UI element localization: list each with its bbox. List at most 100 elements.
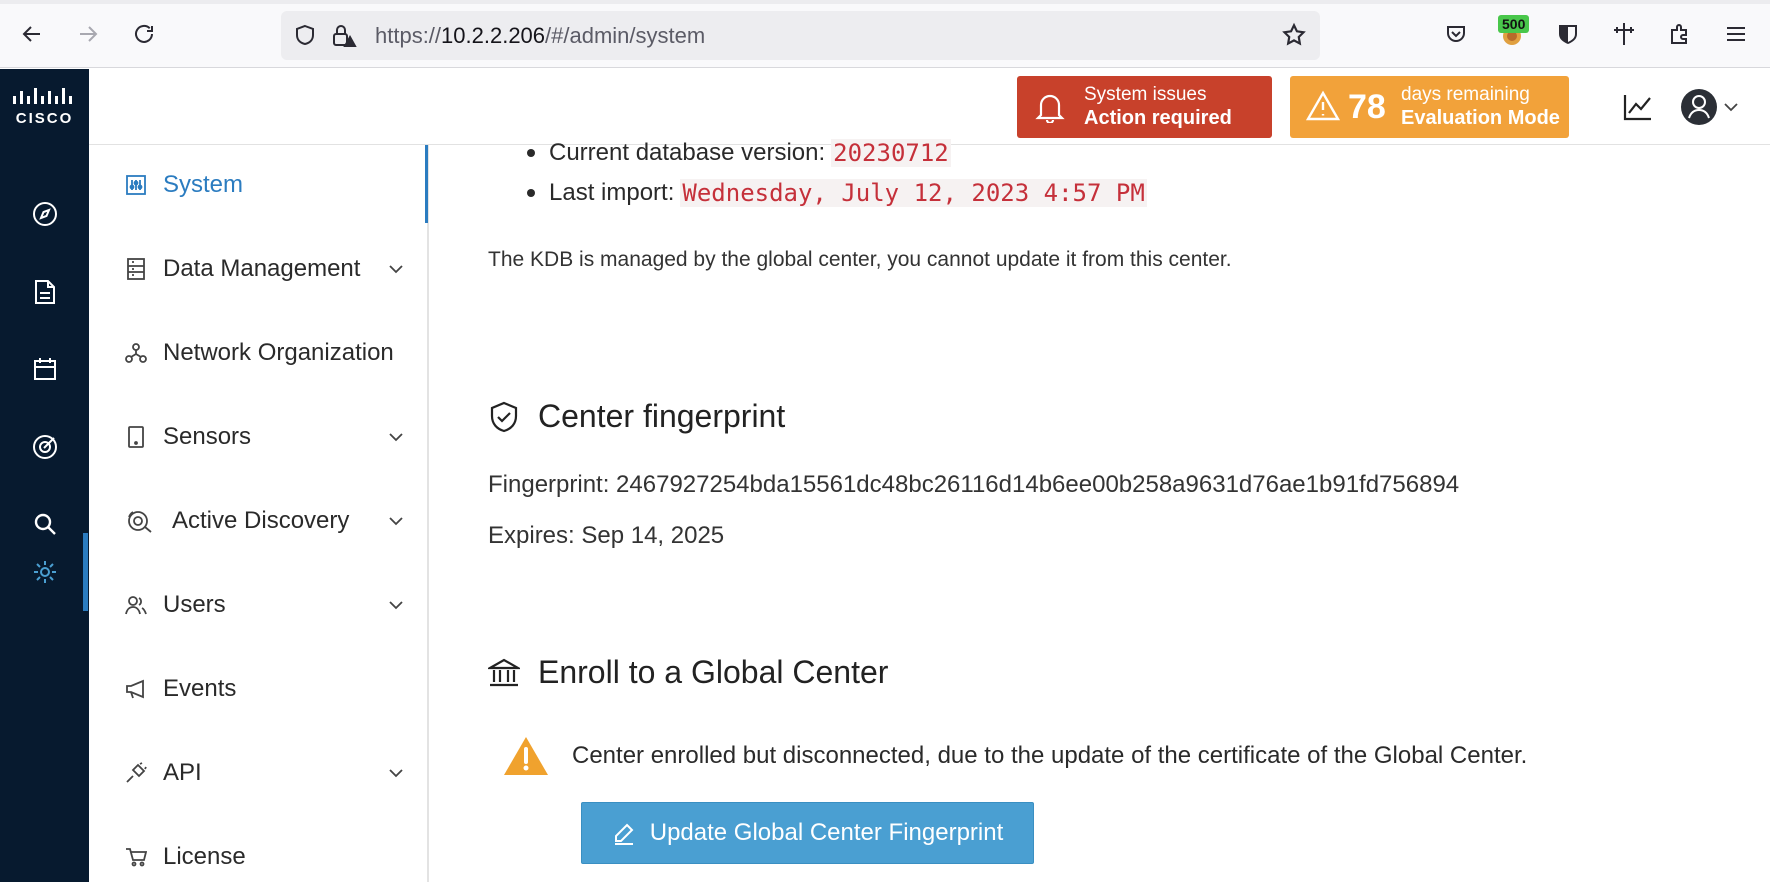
line-chart-icon <box>1623 95 1651 121</box>
bullet <box>527 149 535 157</box>
hamburger-icon <box>1727 27 1745 41</box>
evaluation-alert[interactable]: 78 days remaining Evaluation Mode <box>1290 76 1569 138</box>
cisco-logo[interactable]: CISCO <box>0 69 89 145</box>
admin-sidebar: System Data Management Network Organizat… <box>89 145 429 882</box>
rail-explore[interactable] <box>0 184 89 244</box>
extensions-button[interactable] <box>1664 18 1696 50</box>
app-header: CISCO System issues Action required 78 d… <box>0 69 1770 145</box>
shield-check-icon <box>488 401 520 433</box>
logo-text: CISCO <box>15 109 74 127</box>
gear-icon <box>33 561 56 583</box>
sidebar-active-indicator <box>425 145 428 223</box>
sidebar-item-label: Active Discovery <box>172 507 350 534</box>
rail-admin[interactable] <box>0 542 89 602</box>
crosshair-ruler-icon <box>1614 23 1634 45</box>
browser-toolbar: https://10.2.2.206/#/admin/system 500 <box>0 0 1770 68</box>
address-bar[interactable]: https://10.2.2.206/#/admin/system <box>281 11 1320 60</box>
lock-warning-icon <box>333 25 357 47</box>
arrow-left-icon <box>22 26 40 42</box>
last-import-row: Last import: Wednesday, July 12, 2023 4:… <box>527 179 1147 207</box>
db-version-row: Current database version: 20230712 <box>527 139 951 167</box>
sidebar-item-label: API <box>163 759 202 786</box>
sidebar-item-label: Sensors <box>163 423 252 450</box>
extension-badge: 500 <box>1498 15 1530 33</box>
menu-button[interactable] <box>1720 18 1752 50</box>
fingerprint-section-title: Center fingerprint <box>488 398 785 435</box>
kdb-managed-note: The KDB is managed by the global center,… <box>488 248 1232 271</box>
tablet-icon <box>125 426 147 448</box>
tab-strip-edge <box>0 0 1770 4</box>
arrow-right-icon <box>80 26 98 42</box>
database-icon <box>125 258 147 280</box>
warning-triangle-icon <box>1306 90 1340 121</box>
bank-icon <box>488 657 520 689</box>
chevron-down-icon <box>387 260 405 278</box>
issues-title: System issues <box>1084 84 1207 105</box>
sidebar-item-label: Users <box>163 591 226 618</box>
rail-calendar[interactable] <box>0 339 89 399</box>
shield-password-icon <box>1559 25 1577 44</box>
enroll-section-title: Enroll to a Global Center <box>488 654 888 691</box>
sidebar-item-system[interactable]: System <box>89 145 429 223</box>
back-button[interactable] <box>16 18 48 50</box>
rail-reports[interactable] <box>0 262 89 322</box>
chevron-down-icon <box>387 596 405 614</box>
fingerprint-title: Center fingerprint <box>538 398 786 434</box>
sidebar-item-label: License <box>163 843 246 870</box>
main-content: Current database version: 20230712 Last … <box>431 139 1770 882</box>
network-nodes-icon <box>125 342 147 364</box>
sidebar-item-label: System <box>163 171 244 198</box>
reload-button[interactable] <box>128 18 160 50</box>
search-icon <box>34 513 56 535</box>
update-global-center-fingerprint-button[interactable]: Update Global Center Fingerprint <box>581 802 1034 864</box>
target-check-icon <box>32 435 57 459</box>
cart-icon <box>125 846 147 868</box>
sidebar-item-label: Network Organization <box>163 339 394 366</box>
bell-icon <box>1035 94 1065 123</box>
pocket-icon <box>1447 26 1465 42</box>
user-menu[interactable] <box>1680 85 1740 129</box>
user-avatar-icon <box>1681 89 1717 125</box>
calendar-icon <box>33 358 56 380</box>
plug-icon <box>125 762 147 784</box>
system-issues-alert[interactable]: System issues Action required <box>1017 76 1272 138</box>
shield-icon <box>296 24 314 46</box>
url-text: https://10.2.2.206/#/admin/system <box>375 23 706 48</box>
db-version-label: Current database version: <box>549 139 826 166</box>
db-version-value: 20230712 <box>831 139 951 167</box>
sidebar-item-license[interactable]: License <box>89 827 429 887</box>
sidebar-item-label: Data Management <box>163 255 361 282</box>
megaphone-icon <box>125 678 147 700</box>
compass-icon <box>32 202 57 226</box>
left-rail <box>0 145 89 882</box>
pocket-button[interactable] <box>1440 18 1472 50</box>
measure-button[interactable] <box>1608 18 1640 50</box>
bullet <box>527 189 535 197</box>
sidebar-item-active-discovery[interactable]: Active Discovery <box>89 491 429 551</box>
days-remaining-count: 78 <box>1348 88 1386 126</box>
fingerprint-value: Fingerprint: 2467927254bda15561dc48bc261… <box>488 471 1460 498</box>
analytics-button[interactable] <box>1620 89 1656 125</box>
cisco-bars-icon <box>12 87 72 104</box>
sidebar-item-api[interactable]: API <box>89 743 429 803</box>
sidebar-item-events[interactable]: Events <box>89 659 429 719</box>
sidebar-item-data-management[interactable]: Data Management <box>89 239 429 299</box>
sidebar-item-sensors[interactable]: Sensors <box>89 407 429 467</box>
reload-icon <box>135 24 153 43</box>
bookmark-star-icon[interactable] <box>1281 22 1307 48</box>
enroll-title: Enroll to a Global Center <box>538 654 889 690</box>
radar-search-icon <box>125 510 155 533</box>
sidebar-item-network-organization[interactable]: Network Organization <box>89 323 429 383</box>
bitwarden-button[interactable] <box>1552 18 1584 50</box>
rail-detection[interactable] <box>0 417 89 477</box>
sidebar-item-users[interactable]: Users <box>89 575 429 635</box>
enroll-warning-text: Center enrolled but disconnected, due to… <box>572 742 1528 769</box>
rail-active-indicator <box>83 533 88 611</box>
last-import-label: Last import: <box>549 179 675 206</box>
sidebar-item-label: Events <box>163 675 237 702</box>
pencil-icon <box>612 821 636 845</box>
fingerprint-expires: Expires: Sep 14, 2025 <box>488 522 725 549</box>
chevron-down-icon <box>387 764 405 782</box>
forward-button[interactable] <box>72 18 104 50</box>
update-button-label: Update Global Center Fingerprint <box>649 819 1004 846</box>
